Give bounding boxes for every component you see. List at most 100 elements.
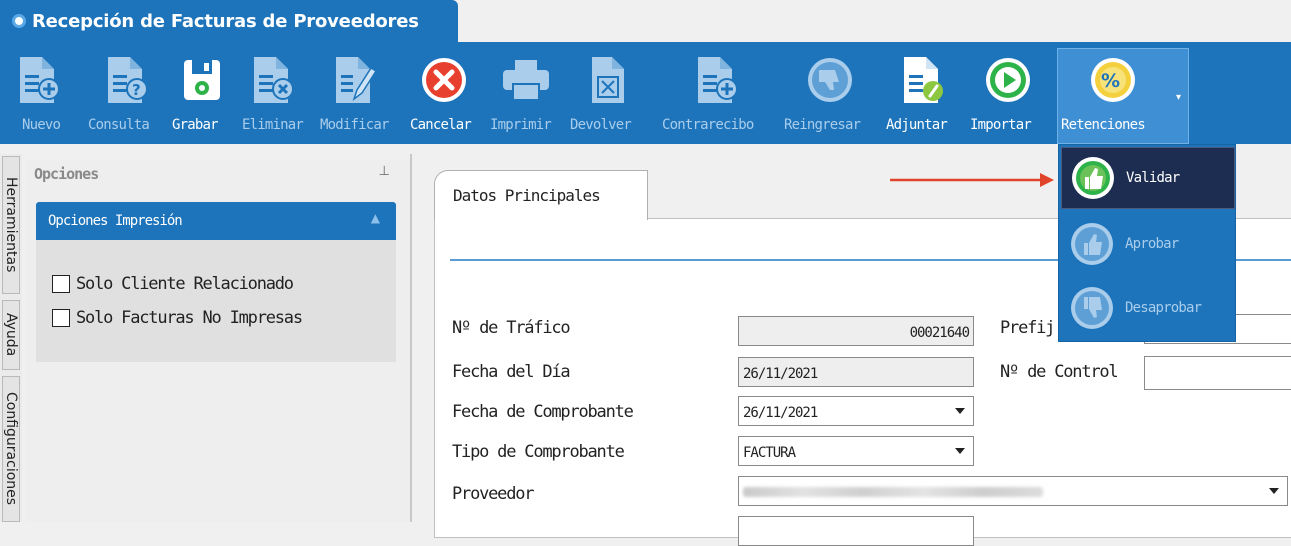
chevron-down-icon[interactable] (955, 448, 965, 454)
importar-label: Importar (970, 117, 1032, 133)
fecha-comprobante-value: 26/11/2021 (743, 405, 818, 421)
control-label: Nº de Control (1000, 362, 1119, 382)
contrarecibo-label: Contrarecibo (662, 117, 754, 133)
proveedor-label: Proveedor (452, 484, 535, 504)
document-question-icon: ? (100, 54, 152, 106)
importar-button[interactable]: Importar (966, 42, 1054, 144)
attach-icon (896, 54, 948, 106)
reingresar-label: Reingresar (784, 117, 861, 133)
percent-icon: % (1087, 54, 1139, 106)
tipo-comprobante-value: FACTURA (743, 445, 796, 461)
menu-item-label: Desaprobar (1125, 300, 1202, 316)
window-title-tab[interactable]: Recepción de Facturas de Proveedores (0, 0, 458, 42)
chevron-up-icon[interactable]: ▲ (371, 211, 380, 225)
svg-text:?: ? (132, 81, 141, 99)
side-tab-strip: Herramientas Ayuda Configuraciones (0, 154, 22, 522)
printer-icon (500, 54, 552, 106)
cancel-icon (418, 54, 470, 106)
nuevo-button[interactable]: Nuevo (0, 42, 86, 144)
devolver-button[interactable]: Devolver (568, 42, 652, 144)
checkbox-solo-facturas-no-impresas[interactable]: Solo Facturas No Impresas (52, 308, 303, 328)
adjuntar-label: Adjuntar (886, 117, 948, 133)
contrarecibo-button[interactable]: Contrarecibo (652, 42, 782, 144)
consulta-button[interactable]: ? Consulta (86, 42, 168, 144)
consulta-label: Consulta (88, 117, 150, 133)
menu-item-label: Aprobar (1125, 236, 1179, 252)
app-icon (12, 14, 26, 28)
side-tab-label: Herramientas (3, 177, 19, 273)
options-panel-header: Opciones ⊥ (34, 164, 394, 184)
menu-item-aprobar[interactable]: Aprobar (1061, 213, 1235, 275)
window-title: Recepción de Facturas de Proveedores (32, 10, 419, 32)
side-tab-herramientas[interactable]: Herramientas (2, 156, 20, 294)
print-options-section-body: Solo Cliente Relacionado Solo Facturas N… (36, 240, 396, 362)
side-tab-ayuda[interactable]: Ayuda (2, 300, 20, 370)
proveedor-value-redacted (743, 487, 1043, 497)
fecha-comprobante-label: Fecha de Comprobante (452, 402, 634, 422)
checkbox-label: Solo Facturas No Impresas (76, 308, 303, 328)
fecha-dia-field[interactable]: 26/11/2021 (738, 357, 974, 387)
checkbox-label: Solo Cliente Relacionado (76, 274, 294, 294)
chevron-down-icon[interactable] (955, 408, 965, 414)
eliminar-label: Eliminar (242, 117, 304, 133)
fecha-comprobante-field[interactable]: 26/11/2021 (738, 396, 974, 426)
reingresar-button[interactable]: Reingresar (782, 42, 882, 144)
thumbs-up-icon (1072, 157, 1114, 199)
fecha-dia-value: 26/11/2021 (743, 366, 818, 382)
play-icon (982, 54, 1034, 106)
options-panel-title: Opciones (34, 165, 99, 183)
proveedor-select[interactable] (738, 476, 1288, 506)
trafico-value: 00021640 (909, 325, 970, 341)
fecha-dia-label: Fecha del Día (452, 362, 571, 382)
print-options-section-title: Opciones Impresión (48, 213, 183, 229)
svg-text:%: % (1101, 70, 1120, 92)
annotation-arrow-icon (890, 173, 1054, 187)
document-return-icon (582, 54, 634, 106)
pin-icon[interactable]: ⊥ (379, 164, 390, 179)
tipo-comprobante-label: Tipo de Comprobante (452, 442, 625, 462)
document-edit-icon (328, 54, 380, 106)
menu-item-desaprobar[interactable]: Desaprobar (1061, 277, 1235, 339)
options-panel: Opciones ⊥ Opciones Impresión ▲ Solo Cli… (26, 160, 410, 522)
trafico-label: Nº de Tráfico (452, 318, 571, 338)
side-tab-label: Configuraciones (3, 392, 19, 506)
side-tab-label: Ayuda (3, 313, 19, 357)
imprimir-button[interactable]: Imprimir (486, 42, 568, 144)
menu-item-label: Validar (1126, 170, 1180, 186)
tipo-comprobante-select[interactable]: FACTURA (738, 436, 974, 466)
chevron-down-icon[interactable] (1269, 488, 1279, 494)
imprimir-label: Imprimir (490, 117, 552, 133)
print-options-section-header[interactable]: Opciones Impresión ▲ (36, 202, 396, 240)
devolver-label: Devolver (570, 117, 632, 133)
prefijo-label: Prefij (1000, 318, 1055, 338)
modificar-label: Modificar (320, 117, 389, 133)
thumbs-down-icon (1071, 287, 1113, 329)
tab-datos-principales[interactable]: Datos Principales (434, 170, 648, 220)
side-tab-configuraciones[interactable]: Configuraciones (2, 376, 20, 522)
control-field[interactable] (1144, 356, 1291, 390)
retenciones-button-content[interactable]: % Retenciones (1057, 42, 1189, 144)
document-add-icon (12, 54, 64, 106)
next-field[interactable] (738, 516, 974, 546)
grabar-label: Grabar (172, 117, 219, 133)
retenciones-menu: Validar Aprobar Desaprobar (1058, 144, 1236, 342)
thumbs-up-icon (1071, 223, 1113, 265)
checkbox-box[interactable] (52, 309, 70, 327)
tab-label: Datos Principales (453, 186, 601, 205)
retenciones-label: Retenciones (1061, 117, 1146, 133)
save-icon (176, 54, 228, 106)
thumbs-down-icon (804, 54, 856, 106)
cancelar-button[interactable]: Cancelar (404, 42, 486, 144)
adjuntar-button[interactable]: Adjuntar (882, 42, 966, 144)
title-bar: Recepción de Facturas de Proveedores (0, 0, 1291, 42)
checkbox-box[interactable] (52, 275, 70, 293)
document-receipt-icon (690, 54, 742, 106)
trafico-field[interactable]: 00021640 (738, 316, 974, 346)
eliminar-button[interactable]: Eliminar (240, 42, 318, 144)
cancelar-label: Cancelar (410, 117, 472, 133)
modificar-button[interactable]: Modificar (318, 42, 404, 144)
nuevo-label: Nuevo (22, 117, 61, 133)
menu-item-validar[interactable]: Validar (1061, 147, 1235, 209)
checkbox-solo-cliente-relacionado[interactable]: Solo Cliente Relacionado (52, 274, 294, 294)
grabar-button[interactable]: Grabar (168, 42, 240, 144)
